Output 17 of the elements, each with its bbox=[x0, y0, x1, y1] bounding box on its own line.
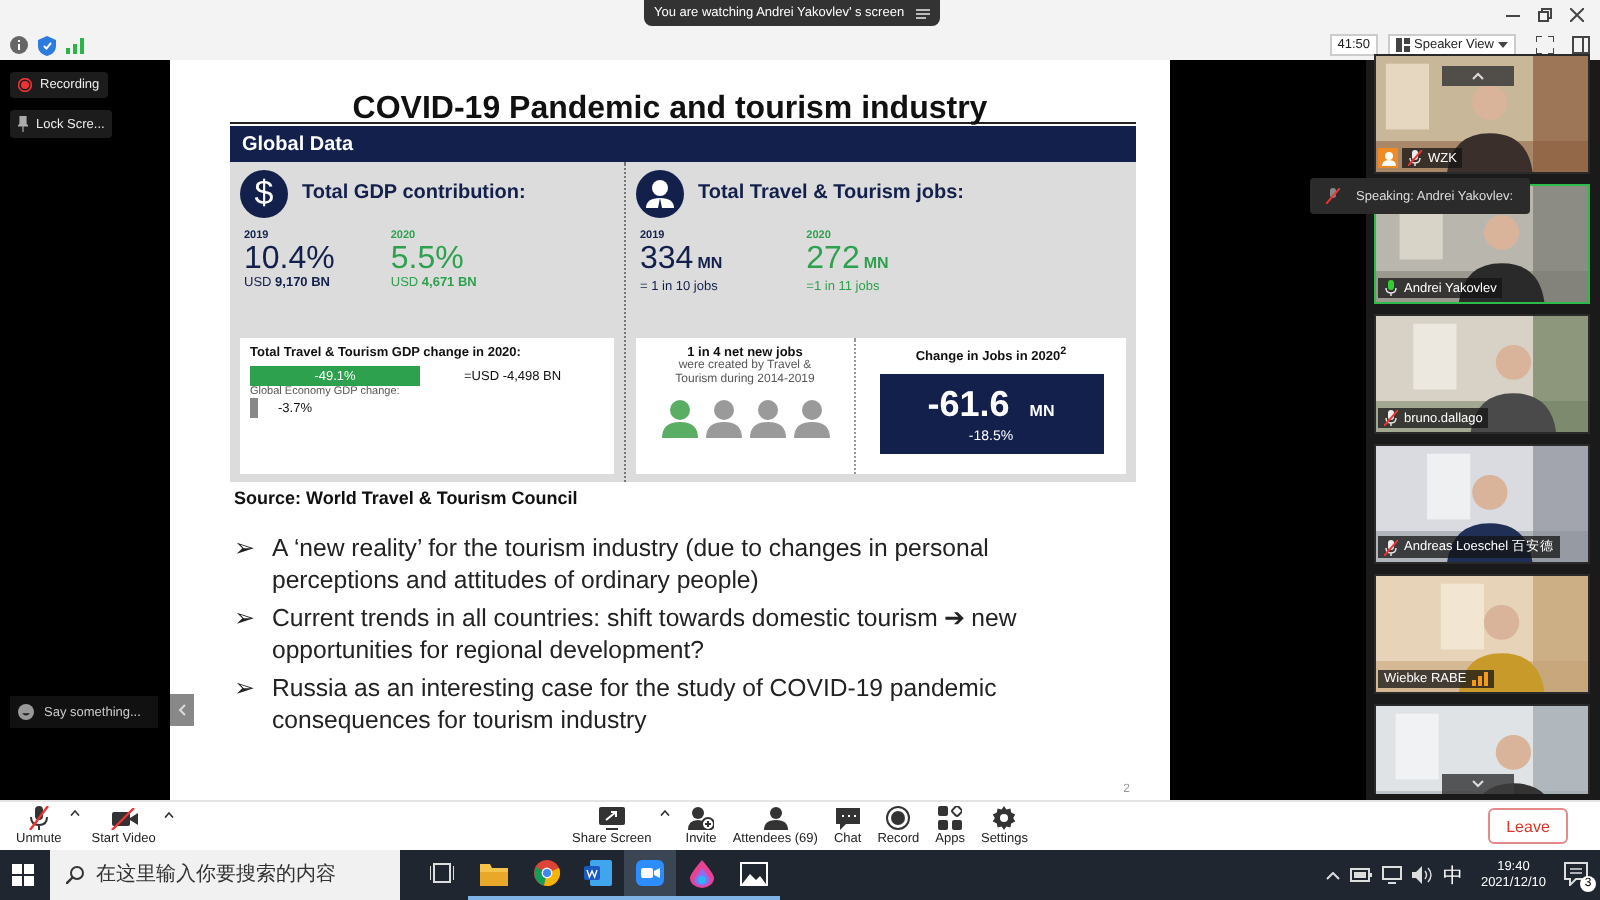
section-heading: Total GDP contribution: bbox=[302, 182, 526, 204]
bullet-marker: ➢ bbox=[234, 534, 256, 566]
stat-value: 10.4% bbox=[244, 242, 335, 276]
bullet-text: Current trends in all countries: shift towards domestic tourism ➔ new opportunities for regional development? bbox=[272, 604, 1019, 666]
section-heading: Total Travel & Tourism jobs: bbox=[698, 182, 964, 204]
slide-title: COVID-19 Pandemic and tourism industry bbox=[350, 90, 990, 122]
change-value: -61.6 MN bbox=[927, 385, 1055, 428]
stat-value: 272 MN bbox=[806, 242, 889, 280]
stat-value: 334 MN bbox=[640, 242, 723, 280]
bullet-marker: ➢ bbox=[234, 674, 256, 706]
dollar-icon: $ bbox=[240, 169, 288, 217]
stat-value: 5.5% bbox=[390, 242, 466, 276]
bullet-text: A ‘new reality’ for the tourism industry (due to changes in personal perceptions and attitudes of ordinary people) bbox=[272, 534, 991, 596]
source-note: Source: World Travel & Tourism Council bbox=[234, 488, 580, 512]
bullet-text: Russia as an interesting case for the study of COVID-19 pandemic consequences for tourism industry bbox=[272, 674, 999, 736]
panel-header: Global Data bbox=[230, 126, 1136, 162]
bullet-marker: ➢ bbox=[234, 604, 256, 636]
